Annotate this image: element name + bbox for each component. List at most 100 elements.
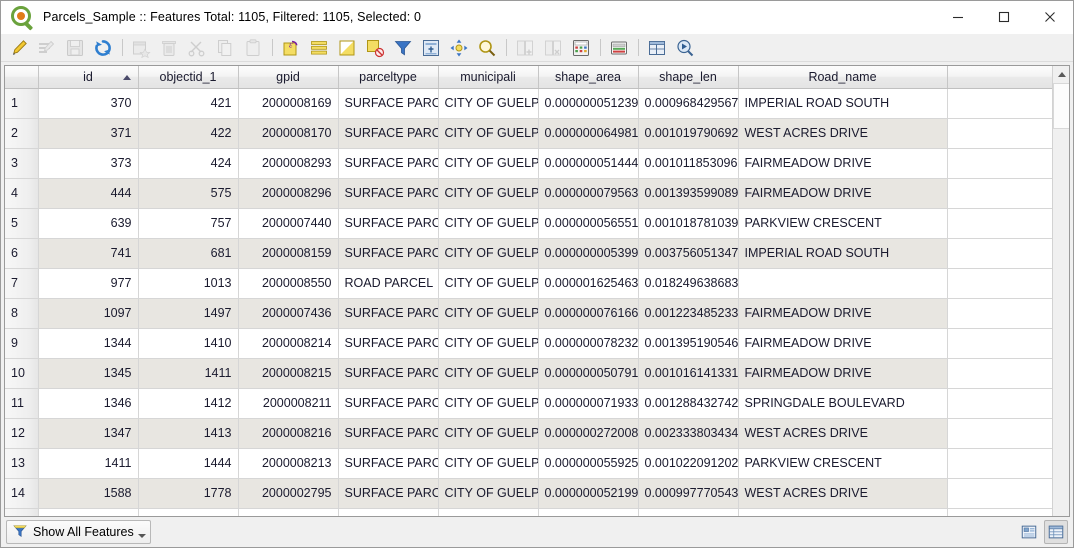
cell-shape_len[interactable]: 0.001011853096... [638, 148, 739, 179]
cell-Road_name[interactable]: WEST ACRES DRIVE [738, 508, 948, 516]
cell-parceltype[interactable]: SURFACE PARCEL [338, 418, 439, 449]
cell-parceltype[interactable]: ROAD PARCEL [338, 268, 439, 299]
cell-shape_len[interactable]: 0.002333803434... [638, 418, 739, 449]
column-header-gpid[interactable]: gpid [238, 66, 339, 89]
table-row[interactable]: 9134414102000008214SURFACE PARCELCITY OF… [5, 328, 1052, 359]
cell-id[interactable]: 977 [38, 268, 139, 299]
cell-Road_name[interactable]: IMPERIAL ROAD SOUTH [738, 238, 948, 269]
cell-shape_area[interactable]: 0.000000051444... [538, 148, 639, 179]
cell-shape_area[interactable]: 0.000000051239... [538, 88, 639, 119]
cell-Road_name[interactable]: SPRINGDALE BOULEVARD [738, 388, 948, 419]
cell-gpid[interactable]: 2000008215 [238, 358, 339, 389]
column-header-shape_len[interactable]: shape_len [638, 66, 739, 89]
row-number-cell[interactable]: 14 [5, 478, 39, 509]
cell-shape_area[interactable]: 0.000000064981... [538, 118, 639, 149]
cell-parceltype[interactable]: SURFACE PARCEL [338, 148, 439, 179]
row-number-cell[interactable]: 9 [5, 328, 39, 359]
toggle-editing-icon[interactable] [7, 36, 31, 60]
row-number-cell[interactable]: 11 [5, 388, 39, 419]
cell-shape_area[interactable]: 0.000000055925... [538, 448, 639, 479]
row-number-cell[interactable]: 3 [5, 148, 39, 179]
select-all-icon[interactable] [307, 36, 331, 60]
cell-gpid[interactable]: 2000008214 [238, 328, 339, 359]
select-by-expression-icon[interactable]: ε [279, 36, 303, 60]
cell-id[interactable]: 371 [38, 118, 139, 149]
cell-gpid[interactable]: 2000008550 [238, 268, 339, 299]
cell-id[interactable]: 1097 [38, 298, 139, 329]
conditional-formatting-icon[interactable] [607, 36, 631, 60]
feature-filter-combo[interactable]: Show All Features [6, 520, 151, 544]
cell-shape_area[interactable]: 0.000000050791... [538, 358, 639, 389]
row-number-cell[interactable]: 2 [5, 118, 39, 149]
cell-Road_name[interactable]: WEST ACRES DRIVE [738, 418, 948, 449]
cell-shape_len[interactable]: 0.001018781039... [638, 208, 739, 239]
cell-shape_len[interactable]: 0.000968429567... [638, 88, 739, 119]
close-button[interactable] [1027, 1, 1073, 34]
cell-municipali[interactable]: CITY OF GUELPH [438, 448, 539, 479]
cell-objectid_1[interactable]: 424 [138, 148, 239, 179]
row-number-cell[interactable]: 13 [5, 448, 39, 479]
cell-id[interactable]: 639 [38, 208, 139, 239]
cell-shape_area[interactable]: 0.000000079563... [538, 178, 639, 209]
column-header-parceltype[interactable]: parceltype [338, 66, 439, 89]
deselect-all-icon[interactable] [363, 36, 387, 60]
cell-shape_area[interactable]: 0.000000078232... [538, 328, 639, 359]
cell-shape_len[interactable]: 0.001395190546... [638, 328, 739, 359]
cell-id[interactable]: 1411 [38, 448, 139, 479]
cell-shape_area[interactable]: 0.000000076166... [538, 298, 639, 329]
cell-id[interactable]: 373 [38, 148, 139, 179]
cell-shape_area[interactable]: 0.000000071933... [538, 388, 639, 419]
cell-parceltype[interactable]: SURFACE PARCEL [338, 478, 439, 509]
row-number-cell[interactable]: 6 [5, 238, 39, 269]
invert-selection-icon[interactable] [335, 36, 359, 60]
table-row[interactable]: 13141114442000008213SURFACE PARCELCITY O… [5, 448, 1052, 479]
table-row[interactable]: 11134614122000008211SURFACE PARCELCITY O… [5, 388, 1052, 419]
cell-shape_len[interactable]: 0.003756051347... [638, 238, 739, 269]
cell-gpid[interactable]: 2000007440 [238, 208, 339, 239]
cell-parceltype[interactable]: SURFACE PARCEL [338, 508, 439, 516]
cell-objectid_1[interactable]: 1411 [138, 358, 239, 389]
row-number-cell[interactable]: 8 [5, 298, 39, 329]
cell-objectid_1[interactable]: 1444 [138, 448, 239, 479]
cell-parceltype[interactable]: SURFACE PARCEL [338, 298, 439, 329]
table-row[interactable]: 33734242000008293SURFACE PARCELCITY OF G… [5, 148, 1052, 179]
cell-shape_len[interactable]: 0.001393599089... [638, 178, 739, 209]
cell-shape_area[interactable]: 0.000000005399... [538, 238, 639, 269]
cell-gpid[interactable]: 2000008213 [238, 448, 339, 479]
cell-id[interactable]: 1588 [38, 478, 139, 509]
cell-municipali[interactable]: CITY OF GUELPH [438, 88, 539, 119]
zoom-to-selection-icon[interactable] [475, 36, 499, 60]
cell-gpid[interactable]: 2000008169 [238, 88, 339, 119]
table-row[interactable]: 44445752000008296SURFACE PARCELCITY OF G… [5, 178, 1052, 209]
cell-id[interactable]: 1345 [38, 358, 139, 389]
cell-gpid[interactable]: 2000002795 [238, 478, 339, 509]
cell-shape_area[interactable]: 0.000000272008... [538, 418, 639, 449]
maximize-button[interactable] [981, 1, 1027, 34]
cell-objectid_1[interactable]: 757 [138, 208, 239, 239]
cell-id[interactable]: 370 [38, 88, 139, 119]
table-row[interactable]: 7 977 1013 2000008550 ROAD PARCEL CITY OF GUE… [5, 268, 1052, 299]
form-view-button[interactable] [1017, 520, 1041, 544]
minimize-button[interactable] [935, 1, 981, 34]
cell-municipali[interactable]: CITY OF GUELPH [438, 418, 539, 449]
cell-parceltype[interactable]: SURFACE PARCEL [338, 208, 439, 239]
column-header-municipali[interactable]: municipali [438, 66, 539, 89]
cell-gpid[interactable]: 2000008211 [238, 388, 339, 419]
pan-to-selection-icon[interactable] [447, 36, 471, 60]
cell-shape_area[interactable]: 0.000000052199... [538, 478, 639, 509]
reload-table-icon[interactable] [91, 36, 115, 60]
cell-municipali[interactable]: CITY OF GUELPH [438, 298, 539, 329]
cell-Road_name[interactable]: FAIRMEADOW DRIVE [738, 148, 948, 179]
open-field-calculator-icon[interactable] [569, 36, 593, 60]
cell-municipali[interactable]: CITY OF GUELPH [438, 388, 539, 419]
scroll-up-button[interactable] [1053, 66, 1069, 83]
cell-parceltype[interactable]: SURFACE PARCEL [338, 328, 439, 359]
cell-parceltype[interactable]: SURFACE PARCEL [338, 88, 439, 119]
cell-Road_name[interactable]: FAIRMEADOW DRIVE [738, 178, 948, 209]
cell-shape_area[interactable]: 0.000001625463... [538, 268, 639, 299]
attribute-grid[interactable]: id objectid_1 gpid parceltype municipali… [5, 66, 1052, 516]
cell-municipali[interactable]: CITY OF GUELPH [438, 208, 539, 239]
row-number-cell[interactable]: 4 [5, 178, 39, 209]
cell-id[interactable]: 1589 [38, 508, 139, 516]
cell-objectid_1[interactable]: 1013 [138, 268, 239, 299]
